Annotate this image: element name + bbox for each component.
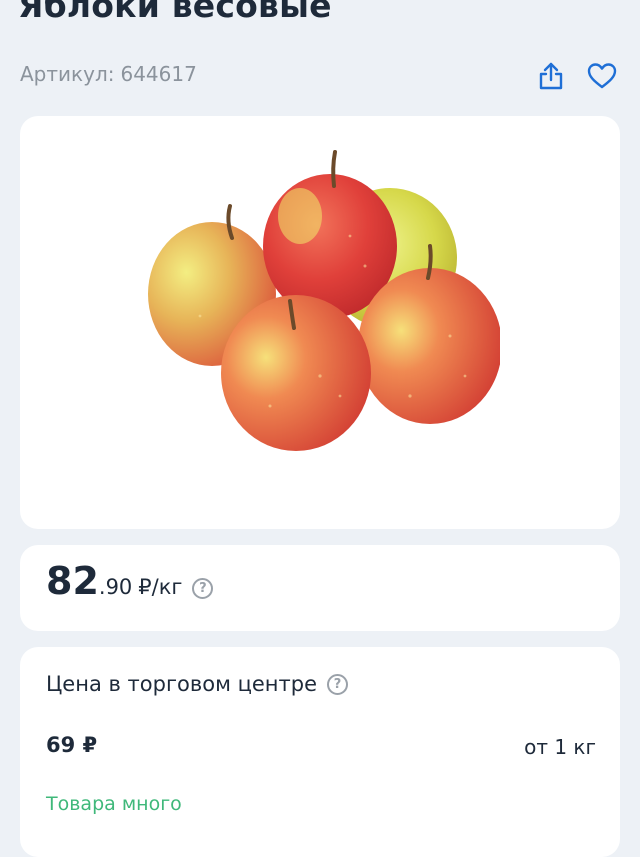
sku-value: 644617 [120, 62, 197, 86]
product-title: Яблоки весовые [18, 0, 332, 25]
store-price-value: 69 ₽ [46, 733, 98, 757]
sku-label: Артикул: [20, 62, 115, 86]
favorite-button[interactable] [585, 58, 619, 94]
heart-icon [587, 63, 617, 89]
product-image-card [20, 116, 620, 529]
store-min-quantity: от 1 кг [524, 735, 596, 759]
product-meta-row: Артикул: 644617 [20, 58, 620, 98]
price-fraction: .90 [98, 575, 133, 599]
price-help-icon[interactable]: ? [192, 578, 214, 599]
store-help-icon[interactable]: ? [327, 673, 349, 695]
price-card: 82.90 ₽/кг? [20, 545, 620, 631]
store-price-header: Цена в торговом центре? [46, 672, 349, 696]
stock-status: Товара много [46, 793, 182, 815]
price-unit: ₽/кг [138, 575, 183, 599]
sku-text: Артикул: 644617 [20, 62, 197, 86]
product-image-apples [148, 150, 500, 451]
price-whole: 82 [46, 559, 99, 603]
store-price-card: Цена в торговом центре? 69 ₽ от 1 кг Тов… [20, 647, 620, 857]
share-button[interactable] [534, 58, 568, 94]
share-icon [539, 62, 563, 90]
price-block: 82.90 ₽/кг? [46, 559, 214, 603]
store-price-title: Цена в торговом центре [46, 672, 318, 696]
